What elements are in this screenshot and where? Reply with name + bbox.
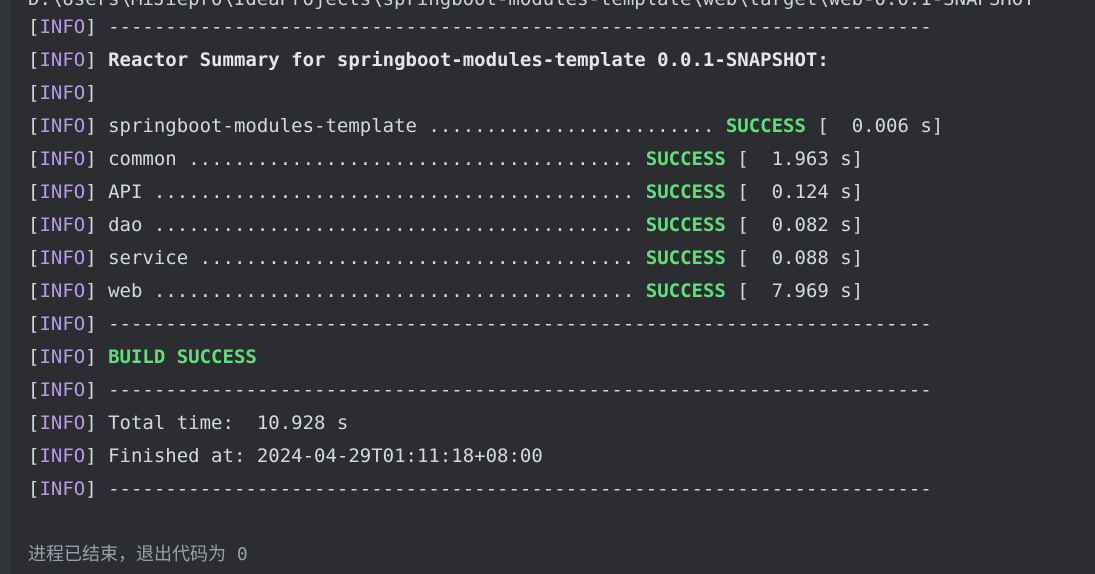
module-time: [ 7.969 s]	[737, 280, 864, 302]
reactor-summary-text: Reactor Summary for springboot-modules-t…	[108, 49, 829, 71]
info-tag: INFO	[39, 214, 86, 236]
module-name: web	[108, 280, 143, 302]
separator: ----------------------------------------…	[108, 478, 932, 500]
log-line-reactor-summary: [INFO] Reactor Summary for springboot-mo…	[28, 49, 829, 71]
module-status: SUCCESS	[645, 148, 726, 170]
info-tag: INFO	[39, 148, 86, 170]
log-line-separator-top: [INFO] ---------------------------------…	[28, 16, 932, 38]
info-tag: INFO	[39, 247, 86, 269]
clipped-top-line: D:\Users\MiJiepro\IdeaProjects\springboo…	[28, 0, 1035, 11]
console-gutter	[0, 0, 10, 574]
log-line-separator: [INFO] ---------------------------------…	[28, 379, 932, 401]
module-status: SUCCESS	[645, 214, 726, 236]
module-line: [INFO] API .............................…	[28, 181, 864, 203]
log-line-finished-at: [INFO] Finished at: 2024-04-29T01:11:18+…	[28, 445, 543, 467]
module-dots: ........................................…	[142, 181, 635, 203]
module-line: [INFO] web .............................…	[28, 280, 864, 302]
info-tag: INFO	[39, 16, 86, 38]
module-name: API	[108, 181, 143, 203]
info-tag: INFO	[39, 445, 86, 467]
module-status: SUCCESS	[645, 181, 726, 203]
module-name: springboot-modules-template	[108, 115, 417, 137]
module-dots: .......................................	[176, 148, 635, 170]
module-time: [ 0.124 s]	[737, 181, 864, 203]
info-tag: INFO	[39, 82, 86, 104]
build-result: BUILD SUCCESS	[108, 346, 257, 368]
info-tag: INFO	[39, 412, 86, 434]
module-dots: ........................................…	[142, 280, 635, 302]
module-line: [INFO] dao .............................…	[28, 214, 864, 236]
log-line-separator-bottom: [INFO] ---------------------------------…	[28, 478, 932, 500]
module-line: [INFO] common ..........................…	[28, 148, 864, 170]
log-line-separator: [INFO] ---------------------------------…	[28, 313, 932, 335]
module-time: [ 0.006 s]	[817, 115, 944, 137]
info-tag: INFO	[39, 346, 86, 368]
info-tag: INFO	[39, 478, 86, 500]
module-time: [ 1.963 s]	[737, 148, 864, 170]
info-tag: INFO	[39, 49, 86, 71]
info-tag: INFO	[39, 115, 86, 137]
module-time: [ 0.082 s]	[737, 214, 864, 236]
info-tag: INFO	[39, 379, 86, 401]
separator: ----------------------------------------…	[108, 16, 932, 38]
module-status: SUCCESS	[645, 280, 726, 302]
log-line-empty: [INFO]	[28, 82, 97, 104]
module-line: [INFO] springboot-modules-template .....…	[28, 115, 944, 137]
module-dots: ........................................…	[142, 214, 635, 236]
log-line-total-time: [INFO] Total time: 10.928 s	[28, 412, 349, 434]
module-status: SUCCESS	[725, 115, 806, 137]
run-console[interactable]: D:\Users\MiJiepro\IdeaProjects\springboo…	[0, 0, 1095, 574]
module-status: SUCCESS	[645, 247, 726, 269]
info-tag: INFO	[39, 313, 86, 335]
separator: ----------------------------------------…	[108, 379, 932, 401]
info-tag: INFO	[39, 280, 86, 302]
module-dots: .........................	[416, 115, 715, 137]
console-output: [INFO] ---------------------------------…	[28, 11, 943, 506]
module-line: [INFO] service .........................…	[28, 247, 864, 269]
module-name: dao	[108, 214, 143, 236]
process-exit-message: 进程已结束，退出代码为 0	[28, 544, 248, 565]
info-tag: INFO	[39, 181, 86, 203]
total-time: Total time: 10.928 s	[108, 412, 349, 434]
finished-at: Finished at: 2024-04-29T01:11:18+08:00	[108, 445, 543, 467]
module-name: service	[108, 247, 189, 269]
log-line-build-result: [INFO] BUILD SUCCESS	[28, 346, 257, 368]
module-name: common	[108, 148, 177, 170]
module-time: [ 0.088 s]	[737, 247, 864, 269]
separator: ----------------------------------------…	[108, 313, 932, 335]
module-dots: ......................................	[188, 247, 635, 269]
